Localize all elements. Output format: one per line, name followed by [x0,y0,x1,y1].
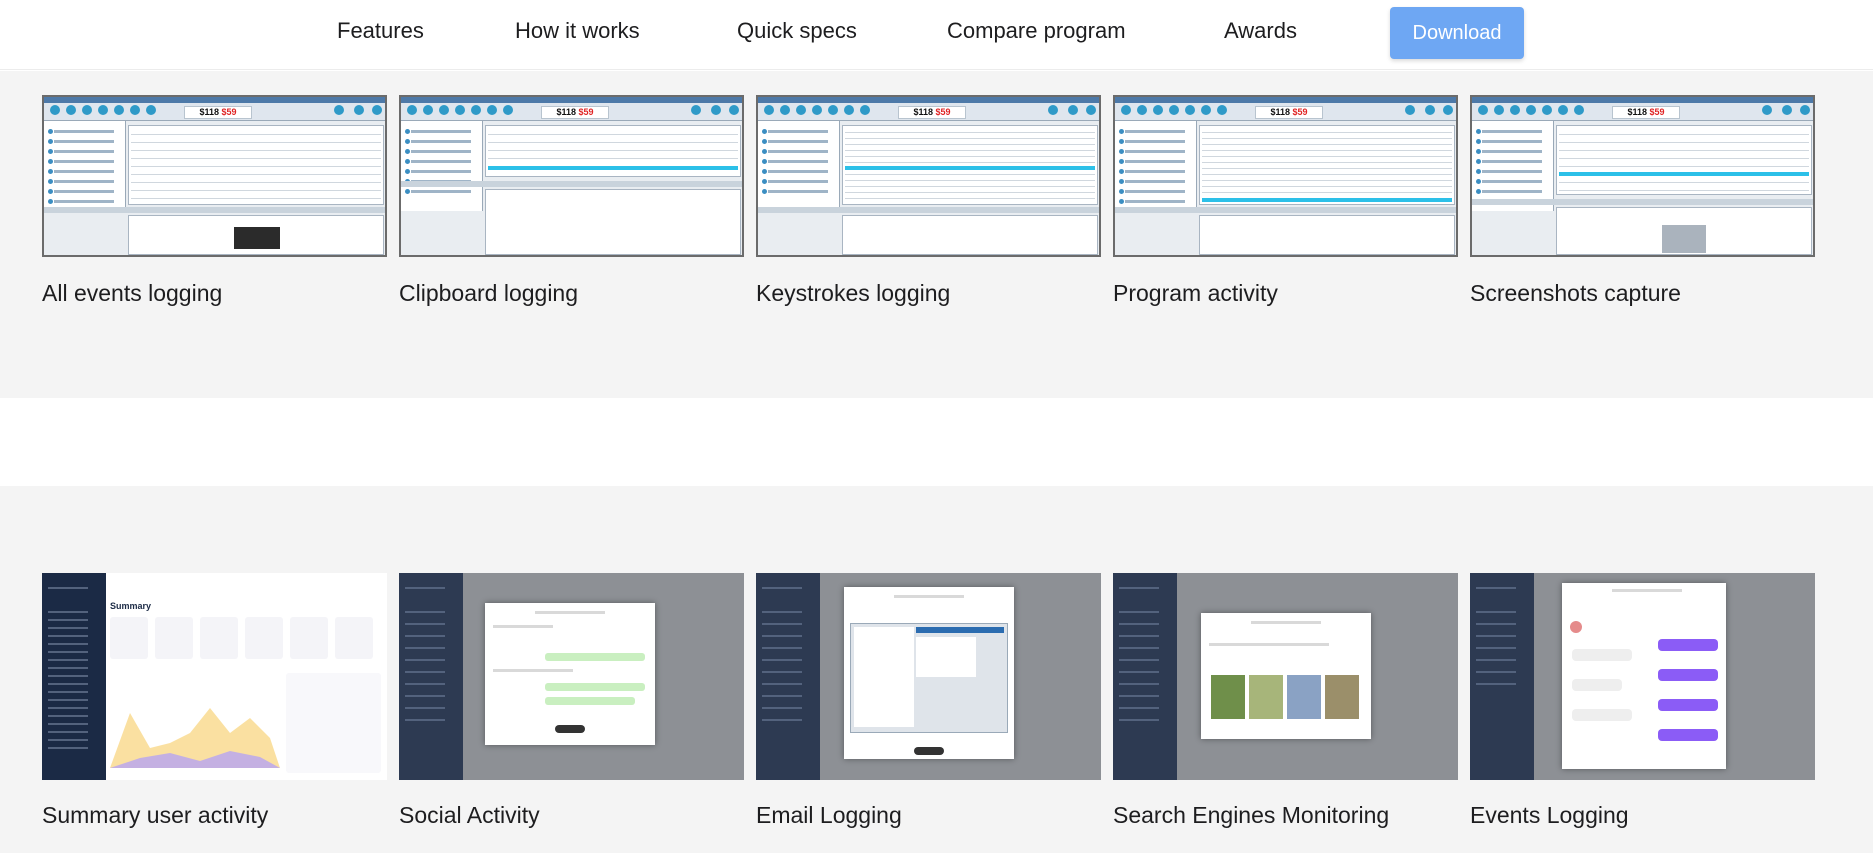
price-label: $118 $59 [541,106,609,119]
card-caption: Events Logging [1470,802,1629,828]
social-thumbnail[interactable] [399,573,744,780]
card-caption: Search Engines Monitoring [1113,802,1390,828]
card-caption: All events logging [42,280,223,306]
clipboard-thumbnail[interactable]: $118 $59 [399,95,744,257]
card-caption: Keystrokes logging [756,280,951,306]
nav-how-it-works[interactable]: How it works [515,18,640,44]
events-thumbnail[interactable] [1470,573,1815,780]
all-events-thumbnail[interactable]: $118 $59 [42,95,387,257]
card-caption: Social Activity [399,802,540,828]
top-navigation: Features How it works Quick specs Compar… [0,0,1873,70]
program-activity-thumbnail[interactable]: $118 $59 [1113,95,1458,257]
card-caption: Screenshots capture [1470,280,1681,306]
summary-thumbnail[interactable]: Summary [42,573,387,780]
nav-features[interactable]: Features [337,18,424,44]
card-caption: Clipboard logging [399,280,579,306]
price-label: $118 $59 [1255,106,1323,119]
nav-awards[interactable]: Awards [1224,18,1297,44]
nav-compare-program[interactable]: Compare program [947,18,1126,44]
card-caption: Email Logging [756,802,902,828]
activity-chart [110,708,280,768]
price-label: $118 $59 [898,106,966,119]
nav-quick-specs[interactable]: Quick specs [737,18,857,44]
screenshots-thumbnail[interactable]: $118 $59 [1470,95,1815,257]
summary-heading: Summary [110,601,152,611]
card-caption: Program activity [1113,280,1278,306]
keystrokes-thumbnail[interactable]: $118 $59 [756,95,1101,257]
download-button[interactable]: Download [1390,7,1524,59]
email-thumbnail[interactable] [756,573,1101,780]
price-label: $118 $59 [1612,106,1680,119]
search-engines-thumbnail[interactable] [1113,573,1458,780]
price-label: $118 $59 [184,106,252,119]
card-caption: Summary user activity [42,802,269,828]
